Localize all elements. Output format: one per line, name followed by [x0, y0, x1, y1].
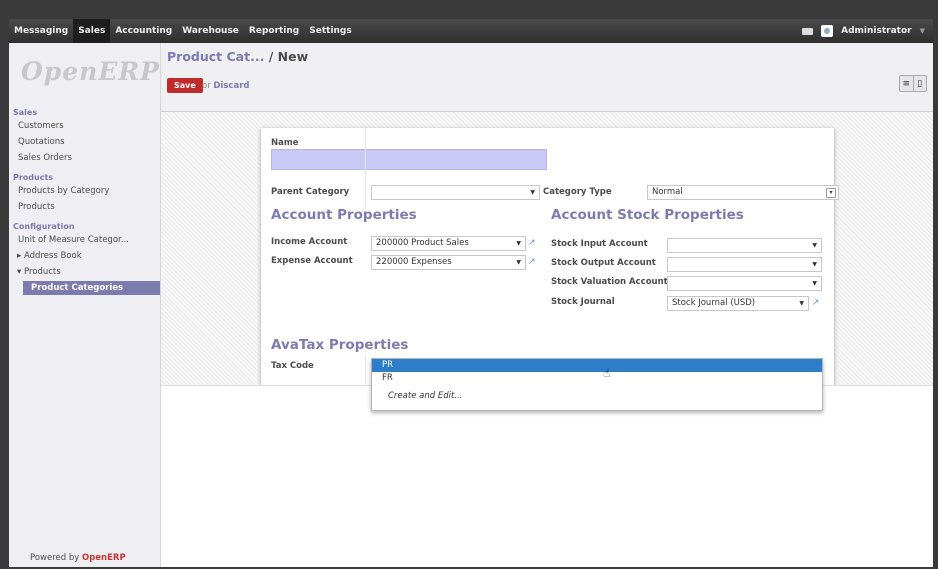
sidebar-item-address-book[interactable]: ▸ Address Book: [9, 251, 82, 261]
sidebar-section-products: Products: [13, 173, 54, 182]
menu-accounting[interactable]: Accounting: [110, 19, 177, 43]
select-arrow-icon: ▾: [826, 188, 836, 198]
sidebar-item-sales-orders[interactable]: Sales Orders: [9, 153, 72, 163]
caret-down-icon: ▼: [812, 280, 817, 287]
sidebar-item-quotations[interactable]: Quotations: [9, 137, 65, 147]
chevron-down-icon[interactable]: ▼: [920, 27, 925, 35]
external-link-icon[interactable]: ↗: [528, 238, 538, 248]
breadcrumb-parent-link[interactable]: Product Cat...: [167, 49, 264, 64]
category-type-label: Category Type: [543, 187, 612, 197]
discard-button[interactable]: Discard: [213, 81, 249, 91]
dropdown-option-pr[interactable]: PR: [372, 359, 822, 372]
income-account-label: Income Account: [271, 237, 348, 247]
caret-down-icon: ▼: [530, 189, 535, 196]
sidebar-item-product-categories[interactable]: Product Categories: [23, 281, 160, 295]
main-menu: Messaging Sales Accounting Warehouse Rep…: [9, 19, 357, 43]
chevron-right-icon: ▸: [17, 251, 24, 261]
caret-down-icon: ▼: [812, 261, 817, 268]
expense-account-select[interactable]: 220000 Expenses ▼: [371, 255, 526, 270]
caret-down-icon: ▼: [516, 259, 521, 266]
stock-output-label: Stock Output Account: [551, 258, 656, 268]
expense-account-label: Expense Account: [271, 256, 353, 266]
hand-cursor-icon: ☝: [603, 366, 611, 380]
income-account-value: 200000 Product Sales: [376, 238, 469, 248]
breadcrumb-current: New: [277, 49, 309, 64]
stock-input-label: Stock Input Account: [551, 239, 648, 249]
create-and-edit-option[interactable]: Create and Edit...: [372, 390, 822, 403]
form-view-icon[interactable]: ▯: [912, 76, 927, 91]
tax-code-label: Tax Code: [271, 361, 314, 371]
parent-category-label: Parent Category: [271, 187, 350, 197]
stock-input-select[interactable]: ▼: [667, 238, 822, 253]
sidebar-item-customers[interactable]: Customers: [9, 121, 64, 131]
stock-section-title: Account Stock Properties: [551, 207, 744, 223]
menu-messaging[interactable]: Messaging: [9, 19, 73, 43]
menu-sales[interactable]: Sales: [73, 19, 111, 43]
content-lower-area: [161, 385, 933, 567]
income-account-select[interactable]: 200000 Product Sales ▼: [371, 236, 526, 251]
caret-down-icon: ▼: [516, 240, 521, 247]
menu-warehouse[interactable]: Warehouse: [177, 19, 244, 43]
mail-icon[interactable]: [802, 27, 814, 35]
sidebar-section-configuration: Configuration: [13, 222, 75, 231]
sidebar-item-products-by-category[interactable]: Products by Category: [9, 186, 109, 196]
avatax-section-title: AvaTax Properties: [271, 337, 409, 353]
stock-output-select[interactable]: ▼: [667, 257, 822, 272]
name-label: Name: [271, 138, 299, 148]
openerp-logo: OpenERP: [21, 57, 160, 86]
stock-valuation-select[interactable]: ▼: [667, 276, 822, 291]
sidebar-item-label: Products: [23, 267, 61, 277]
sidebar-item-products-folder[interactable]: ▾ Products: [9, 267, 61, 277]
form-background: Name Parent Category ▼ Category Type Nor…: [161, 112, 933, 395]
sidebar: OpenERP Sales Customers Quotations Sales…: [9, 43, 161, 567]
powered-by: Powered by OpenERP: [30, 553, 126, 563]
sidebar-item-label: Address Book: [23, 251, 82, 261]
menu-settings[interactable]: Settings: [304, 19, 356, 43]
chevron-down-icon: ▾: [17, 267, 24, 277]
expense-account-value: 220000 Expenses: [376, 257, 452, 267]
stock-journal-label: Stock Journal: [551, 297, 615, 307]
or-discard: or Discard: [202, 81, 250, 91]
name-field[interactable]: [271, 149, 547, 170]
sidebar-section-sales: Sales: [13, 108, 38, 117]
or-text: or: [202, 81, 211, 91]
parent-category-select[interactable]: ▼: [371, 185, 540, 200]
category-type-value: Normal: [652, 187, 683, 197]
form-sheet: Name Parent Category ▼ Category Type Nor…: [261, 128, 839, 395]
dropdown-option-fr[interactable]: FR: [372, 372, 822, 385]
account-section-title: Account Properties: [271, 207, 417, 223]
external-link-icon[interactable]: ↗: [528, 257, 538, 267]
breadcrumb-separator: /: [268, 49, 274, 64]
menu-reporting[interactable]: Reporting: [244, 19, 304, 43]
sidebar-item-products[interactable]: Products: [9, 202, 55, 212]
powered-brand-link[interactable]: OpenERP: [82, 553, 126, 563]
view-switcher: ≡ ▯: [899, 75, 927, 92]
powered-prefix: Powered by: [30, 553, 80, 563]
user-name[interactable]: Administrator: [841, 26, 911, 36]
save-button[interactable]: Save: [167, 78, 203, 93]
caret-down-icon: ▼: [812, 242, 817, 249]
caret-down-icon: ▼: [799, 300, 804, 307]
stock-journal-select[interactable]: Stock Journal (USD) ▼: [667, 296, 809, 311]
stock-valuation-label: Stock Valuation Account: [551, 277, 668, 287]
category-type-select[interactable]: Normal ▾: [647, 185, 839, 200]
sidebar-item-uom-categories[interactable]: Unit of Measure Categor...: [9, 235, 129, 245]
user-icon: [824, 28, 831, 34]
top-menu-bar: Messaging Sales Accounting Warehouse Rep…: [9, 19, 933, 43]
user-area: Administrator ▼: [802, 19, 925, 43]
app-window: Messaging Sales Accounting Warehouse Rep…: [9, 19, 933, 567]
breadcrumb: Product Cat... / New: [167, 49, 308, 64]
tax-code-dropdown: PR FR Create and Edit...: [371, 358, 823, 411]
avatar[interactable]: [821, 25, 834, 37]
view-header: Product Cat... / New Save or Discard ≡ ▯: [161, 43, 933, 112]
list-view-icon[interactable]: ≡: [900, 76, 913, 91]
stock-journal-value: Stock Journal (USD): [672, 298, 756, 308]
divider: [365, 128, 366, 208]
external-link-icon[interactable]: ↗: [812, 298, 822, 308]
